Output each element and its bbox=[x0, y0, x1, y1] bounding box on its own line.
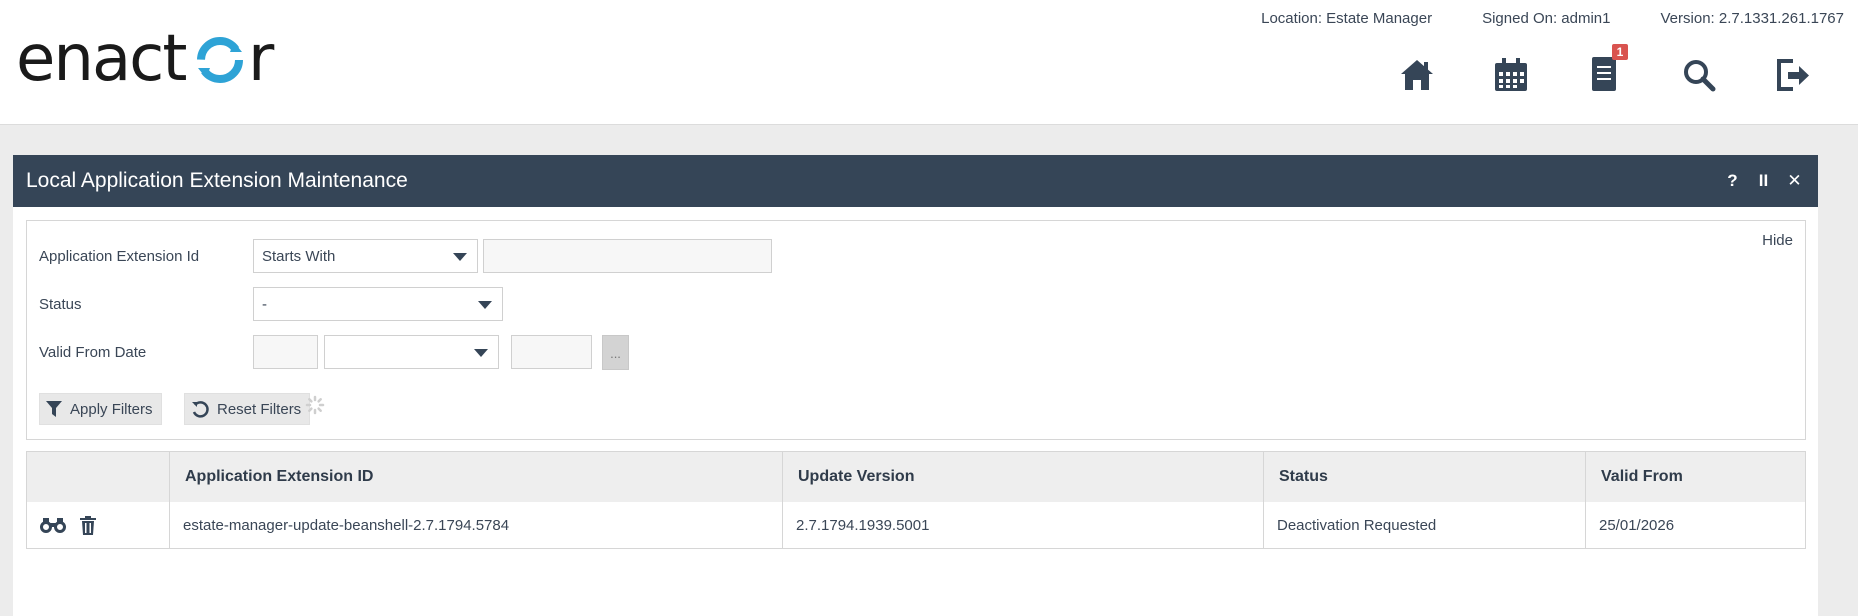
filter-row-app-ext-id: Application Extension Id Starts With bbox=[39, 239, 772, 273]
apply-filters-button[interactable]: Apply Filters bbox=[39, 393, 162, 425]
page-title: Local Application Extension Maintenance bbox=[26, 169, 408, 192]
delete-trash-icon[interactable] bbox=[80, 515, 96, 535]
column-header-actions bbox=[27, 452, 170, 502]
status-value: - bbox=[262, 295, 267, 313]
column-header-update-version[interactable]: Update Version bbox=[783, 452, 1264, 502]
chevron-down-icon bbox=[478, 301, 492, 309]
reset-icon bbox=[191, 400, 209, 418]
pause-icon[interactable]: II bbox=[1748, 171, 1779, 191]
search-icon[interactable] bbox=[1652, 52, 1746, 98]
filter-row-status: Status - bbox=[39, 287, 503, 321]
date-picker-button[interactable]: ... bbox=[602, 334, 629, 370]
table-row[interactable]: estate-manager-update-beanshell-2.7.1794… bbox=[27, 502, 1805, 548]
valid-from-date-input[interactable] bbox=[511, 335, 592, 369]
chevron-down-icon bbox=[474, 349, 488, 357]
logout-icon[interactable] bbox=[1746, 52, 1840, 98]
apply-filters-label: Apply Filters bbox=[70, 400, 153, 418]
top-nav: 1 bbox=[1370, 44, 1840, 98]
column-header-app-ext-id[interactable]: Application Extension ID bbox=[170, 452, 783, 502]
view-binoculars-icon[interactable] bbox=[40, 517, 66, 533]
notification-badge: 1 bbox=[1612, 44, 1628, 60]
status-label: Status bbox=[39, 295, 82, 313]
valid-from-operator-select[interactable] bbox=[324, 335, 499, 369]
enactor-logo: enact r bbox=[16, 28, 306, 90]
filter-icon bbox=[46, 400, 62, 418]
table-header: Application Extension ID Update Version … bbox=[27, 452, 1805, 502]
close-icon[interactable]: ✕ bbox=[1779, 171, 1810, 191]
app-ext-id-input[interactable] bbox=[483, 239, 772, 273]
svg-text:enact: enact bbox=[16, 28, 186, 90]
panel-actions: ? II ✕ bbox=[1717, 155, 1810, 207]
location-text: Location: Estate Manager bbox=[1261, 10, 1433, 27]
reset-filters-label: Reset Filters bbox=[217, 400, 302, 418]
row-actions bbox=[40, 515, 96, 535]
valid-from-value-input[interactable] bbox=[253, 335, 318, 369]
app-ext-id-operator-select[interactable]: Starts With bbox=[253, 239, 478, 273]
version-text: Version: 2.7.1331.261.1767 bbox=[1660, 10, 1845, 27]
row-actions-cell bbox=[27, 502, 170, 548]
status-select[interactable]: - bbox=[253, 287, 503, 321]
valid-from-label: Valid From Date bbox=[39, 343, 147, 361]
home-icon[interactable] bbox=[1370, 52, 1464, 98]
filter-row-valid-from: Valid From Date ... bbox=[39, 334, 629, 370]
help-icon[interactable]: ? bbox=[1717, 171, 1748, 191]
hide-filters-link[interactable]: Hide bbox=[1762, 232, 1793, 249]
panel-header: Local Application Extension Maintenance … bbox=[13, 155, 1818, 207]
cell-status: Deactivation Requested bbox=[1264, 502, 1586, 548]
chevron-down-icon bbox=[453, 253, 467, 261]
column-header-valid-from[interactable]: Valid From bbox=[1586, 452, 1805, 502]
reset-filters-button[interactable]: Reset Filters bbox=[184, 393, 311, 425]
results-table: Application Extension ID Update Version … bbox=[26, 451, 1806, 549]
app-ext-id-label: Application Extension Id bbox=[39, 247, 200, 265]
operator-value: Starts With bbox=[262, 247, 336, 265]
filter-section: Hide Application Extension Id Starts Wit… bbox=[26, 220, 1806, 440]
cell-update-version: 2.7.1794.1939.5001 bbox=[783, 502, 1264, 548]
cell-valid-from: 25/01/2026 bbox=[1599, 516, 1675, 534]
column-header-status[interactable]: Status bbox=[1264, 452, 1586, 502]
calendar-icon[interactable] bbox=[1464, 52, 1558, 98]
svg-text:r: r bbox=[248, 28, 275, 90]
app-header: enact r Location: Estate Manager Signed … bbox=[0, 0, 1858, 125]
maintenance-panel: Local Application Extension Maintenance … bbox=[13, 155, 1818, 616]
cell-app-ext-id: estate-manager-update-beanshell-2.7.1794… bbox=[170, 502, 783, 548]
session-info: Location: Estate Manager Signed On: admi… bbox=[1211, 10, 1844, 27]
notifications-icon[interactable]: 1 bbox=[1558, 44, 1652, 98]
loading-spinner-icon bbox=[305, 395, 325, 420]
signed-on-text: Signed On: admin1 bbox=[1482, 10, 1611, 27]
